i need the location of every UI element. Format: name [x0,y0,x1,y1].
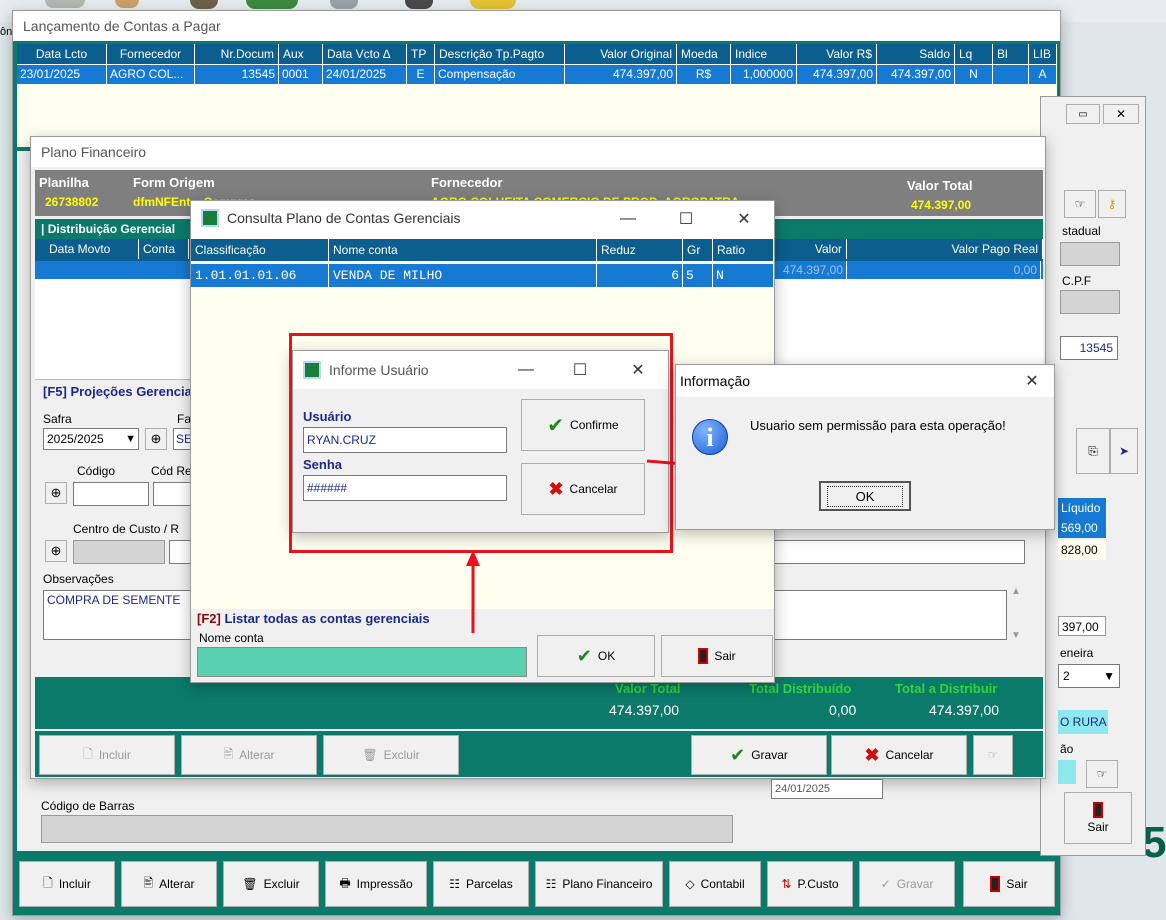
informacao-dialog: Informação ✕ i Usuario sem permissão par… [675,364,1055,530]
informacao-titlebar: Informação ✕ [676,365,1054,397]
information-icon: i [692,419,728,455]
close-button[interactable]: ✕ [1012,366,1052,396]
info-ok-button[interactable]: OK [819,481,911,511]
info-message: Usuario sem permissão para esta operação… [750,418,1006,433]
